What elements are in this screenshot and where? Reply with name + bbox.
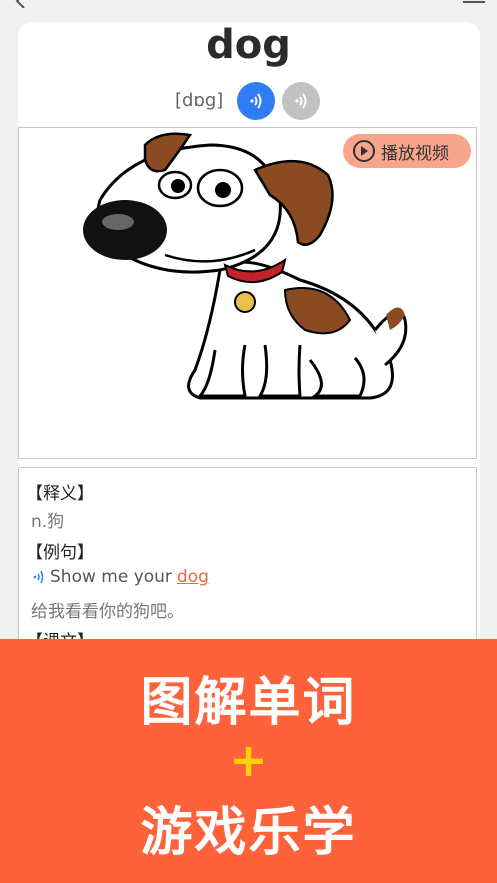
promo-line-1: 图解单词 bbox=[140, 673, 357, 733]
speaker-wave-icon bbox=[250, 93, 262, 109]
example-sentence[interactable]: Show me your dog bbox=[31, 567, 209, 587]
menu-icon[interactable] bbox=[463, 0, 485, 6]
play-circle-icon bbox=[353, 140, 375, 162]
phonetic-text: [dɒg] bbox=[175, 90, 224, 111]
definition-heading: 【释义】 bbox=[26, 484, 94, 504]
definition-text: n.狗 bbox=[31, 512, 65, 532]
speaker-wave-icon bbox=[295, 93, 307, 109]
play-video-label: 播放视频 bbox=[381, 143, 449, 164]
play-audio-us-button[interactable] bbox=[237, 82, 275, 120]
example-heading: 【例句】 bbox=[26, 543, 94, 563]
promo-line-2: 游戏乐学 bbox=[140, 803, 357, 863]
play-audio-uk-button[interactable] bbox=[282, 82, 320, 120]
dog-illustration bbox=[83, 132, 408, 400]
top-bar bbox=[0, 0, 497, 20]
promo-plus: + bbox=[229, 733, 268, 787]
example-sentence-text: Show me your bbox=[50, 567, 172, 587]
example-keyword[interactable]: dog bbox=[177, 567, 209, 587]
example-translation: 给我看看你的狗吧。 bbox=[31, 602, 184, 622]
play-video-button[interactable]: 播放视频 bbox=[343, 134, 471, 168]
back-chevron-icon[interactable] bbox=[14, 0, 28, 8]
word-title: dog bbox=[206, 22, 291, 68]
speaker-wave-icon[interactable] bbox=[31, 569, 47, 585]
